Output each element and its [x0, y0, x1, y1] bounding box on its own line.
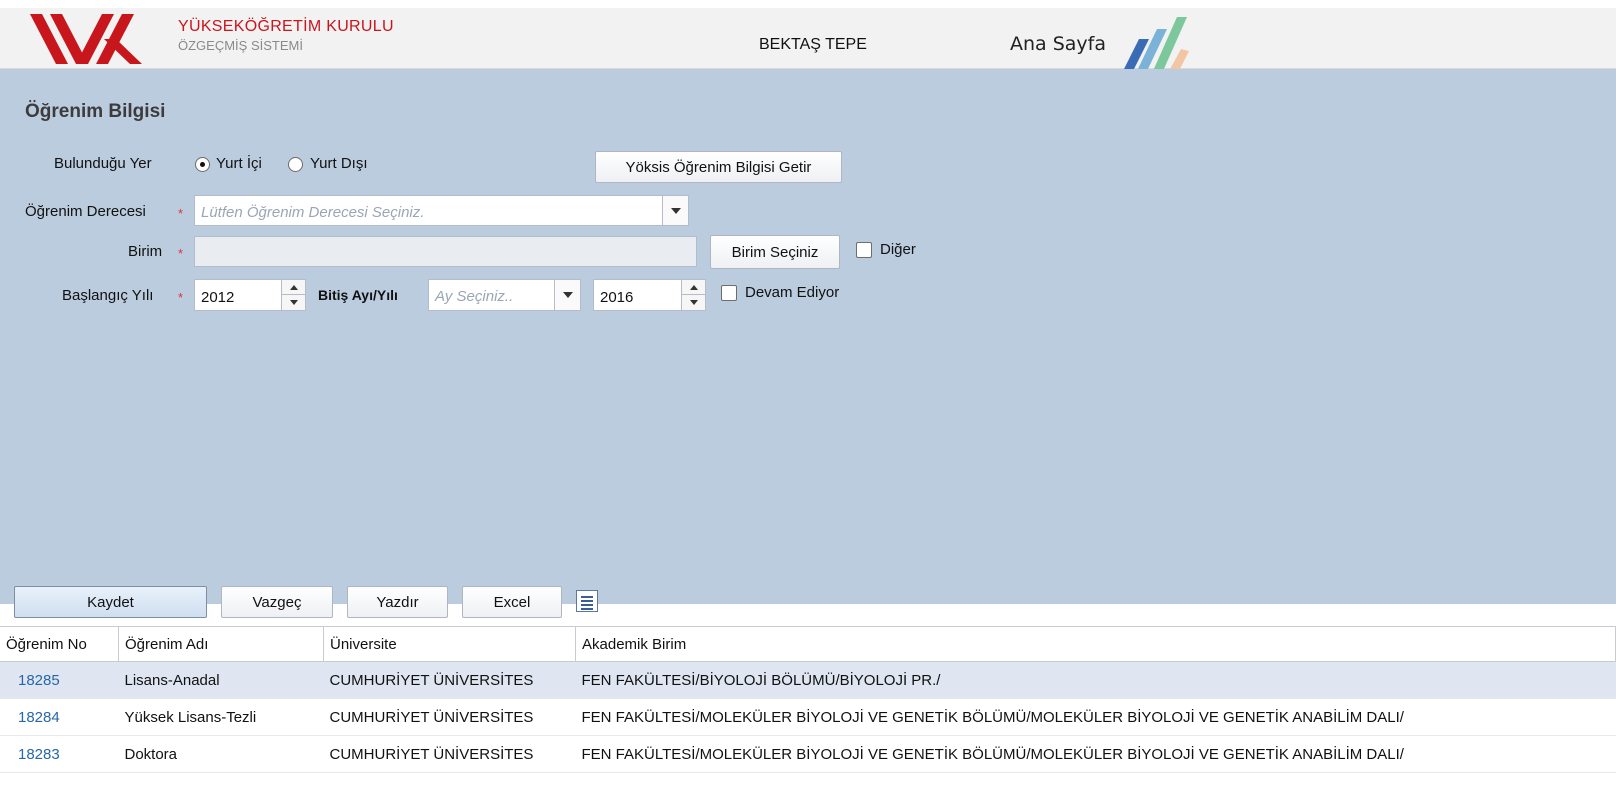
cell-no-link[interactable]: 18284: [0, 698, 119, 736]
cell-unit: FEN FAKÜLTESİ/MOLEKÜLER BİYOLOJİ VE GENE…: [575, 698, 1616, 736]
org-name: YÜKSEKÖĞRETİM KURULU: [178, 18, 394, 35]
decrement-icon[interactable]: [282, 295, 305, 310]
cell-university: CUMHURİYET ÜNİVERSİTES: [323, 661, 576, 699]
table-header-row: Öğrenim No Öğrenim Adı Üniversite Akadem…: [0, 626, 1616, 662]
save-button[interactable]: Kaydet: [14, 586, 207, 618]
table-row[interactable]: 18285 Lisans-Anadal CUMHURİYET ÜNİVERSİT…: [0, 661, 1616, 699]
cell-university: CUMHURİYET ÜNİVERSİTES: [323, 735, 576, 773]
other-checkbox[interactable]: [856, 242, 872, 258]
radio-domestic-label[interactable]: Yurt İçi: [216, 155, 262, 172]
cell-name: Doktora: [118, 735, 324, 773]
chevron-down-icon[interactable]: [554, 280, 580, 310]
col-header-name[interactable]: Öğrenim Adı: [118, 626, 324, 662]
start-year-label: Başlangıç Yılı: [62, 287, 154, 304]
degree-placeholder: Lütfen Öğrenim Derecesi Seçiniz.: [201, 204, 425, 221]
education-table: Öğrenim No Öğrenim Adı Üniversite Akadem…: [0, 626, 1616, 773]
excel-button[interactable]: Excel: [462, 586, 562, 618]
radio-abroad[interactable]: [288, 157, 303, 172]
unit-field[interactable]: [194, 236, 697, 267]
cell-university: CUMHURİYET ÜNİVERSİTES: [323, 698, 576, 736]
print-button[interactable]: Yazdır: [347, 586, 448, 618]
ongoing-label[interactable]: Devam Ediyor: [745, 284, 839, 301]
decrement-icon[interactable]: [682, 295, 705, 310]
org-subtitle: ÖZGEÇMİŞ SİSTEMİ: [178, 38, 303, 53]
col-header-unit[interactable]: Akademik Birim: [575, 626, 1616, 662]
end-date-label: Bitiş Ayı/Yılı: [318, 287, 398, 303]
required-mark: *: [178, 246, 184, 261]
top-strip: [0, 0, 1616, 8]
cancel-button[interactable]: Vazgeç: [221, 586, 333, 618]
home-link[interactable]: Ana Sayfa: [1010, 33, 1106, 55]
cell-no-link[interactable]: 18283: [0, 735, 119, 773]
end-year-value: 2016: [600, 289, 634, 306]
other-label[interactable]: Diğer: [880, 241, 916, 258]
cell-unit: FEN FAKÜLTESİ/MOLEKÜLER BİYOLOJİ VE GENE…: [575, 735, 1616, 773]
section-title: Öğrenim Bilgisi: [25, 101, 166, 122]
unit-label: Birim: [128, 243, 163, 260]
cell-no-link[interactable]: 18285: [0, 661, 119, 699]
ongoing-checkbox[interactable]: [721, 285, 737, 301]
list-icon[interactable]: [576, 590, 598, 612]
select-unit-button[interactable]: Birim Seçiniz: [710, 235, 840, 269]
cell-name: Yüksek Lisans-Tezli: [118, 698, 324, 736]
end-month-placeholder: Ay Seçiniz..: [435, 288, 514, 305]
required-mark: *: [178, 290, 184, 305]
fetch-yoksis-button[interactable]: Yöksis Öğrenim Bilgisi Getir: [595, 151, 842, 183]
required-mark: *: [178, 206, 184, 221]
radio-abroad-label[interactable]: Yurt Dışı: [310, 155, 368, 172]
cell-name: Lisans-Anadal: [118, 661, 324, 699]
home-stripes-icon: [1123, 17, 1189, 71]
degree-label: Öğrenim Derecesi: [25, 203, 146, 220]
chevron-down-icon[interactable]: [662, 196, 688, 225]
increment-icon[interactable]: [682, 280, 705, 295]
start-year-value: 2012: [201, 289, 235, 306]
cell-unit: FEN FAKÜLTESİ/BİYOLOJİ BÖLÜMÜ/BİYOLOJİ P…: [575, 661, 1616, 699]
start-year-spinner[interactable]: [281, 280, 305, 310]
yok-logo: [30, 14, 142, 64]
col-header-university[interactable]: Üniversite: [323, 626, 576, 662]
user-name: BEKTAŞ TEPE: [759, 36, 867, 53]
location-label: Bulunduğu Yer: [54, 155, 152, 172]
start-year-stepper[interactable]: 2012: [194, 279, 306, 311]
degree-select[interactable]: Lütfen Öğrenim Derecesi Seçiniz.: [194, 195, 689, 226]
education-form: Öğrenim Bilgisi Bulunduğu Yer Yurt İçi Y…: [0, 69, 1616, 604]
table-row[interactable]: 18284 Yüksek Lisans-Tezli CUMHURİYET ÜNİ…: [0, 698, 1616, 736]
increment-icon[interactable]: [282, 280, 305, 295]
table-row[interactable]: 18283 Doktora CUMHURİYET ÜNİVERSİTES FEN…: [0, 735, 1616, 773]
col-header-no[interactable]: Öğrenim No: [0, 626, 119, 662]
app-header: YÜKSEKÖĞRETİM KURULU ÖZGEÇMİŞ SİSTEMİ BE…: [0, 8, 1616, 71]
end-year-stepper[interactable]: 2016: [593, 279, 706, 311]
end-year-spinner[interactable]: [681, 280, 705, 310]
radio-domestic[interactable]: [195, 157, 210, 172]
end-month-select[interactable]: Ay Seçiniz..: [428, 279, 581, 311]
